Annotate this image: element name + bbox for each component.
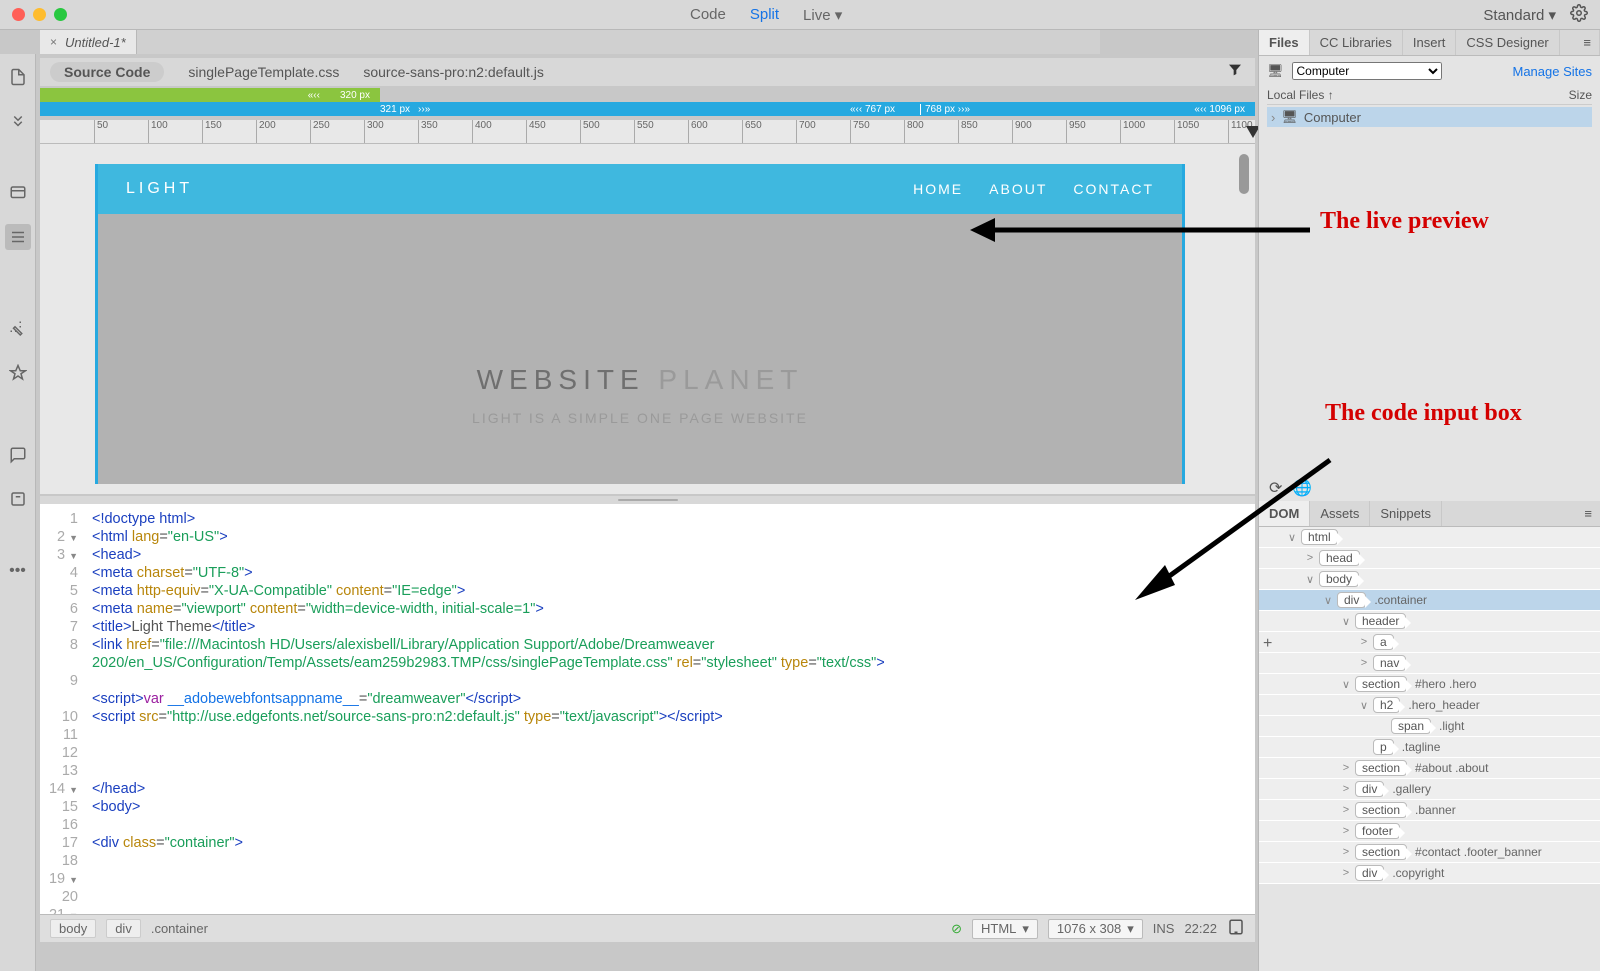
preview-logo[interactable]: LIGHT [126,180,193,198]
preview-nav-home[interactable]: HOME [913,181,963,197]
preview-hero-heading: WEBSITE PLANET [98,364,1182,396]
col-size[interactable]: Size [1569,88,1592,102]
comment-icon[interactable] [5,442,31,468]
dom-node[interactable]: >a [1259,632,1600,653]
dom-node[interactable]: >footer [1259,821,1600,842]
document-tab[interactable]: × Untitled-1* [40,30,137,54]
preview-nav-about[interactable]: ABOUT [989,181,1047,197]
insert-mode[interactable]: INS [1153,921,1175,936]
tag-crumb[interactable]: body [50,919,96,938]
view-mode-switcher: Code Split Live ▾ [690,6,842,24]
panel-menu-icon[interactable]: ≡ [1576,501,1600,526]
files-panel-tabs: Files CC Libraries Insert CSS Designer ≡ [1259,30,1600,56]
drive-icon: 🖥 [1267,63,1284,79]
dom-node[interactable]: >section#contact .footer_banner [1259,842,1600,863]
more-icon[interactable]: ••• [5,558,31,584]
language-select[interactable]: HTML ▾ [972,919,1038,939]
dom-node[interactable]: span.light [1259,716,1600,737]
preview-nav-contact[interactable]: CONTACT [1073,181,1154,197]
manage-sites-link[interactable]: Manage Sites [1513,64,1593,79]
live-preview-pane: LIGHT HOME ABOUT CONTACT WEBSITE PLANET … [40,144,1255,494]
related-files-bar: Source Code singlePageTemplate.css sourc… [40,58,1255,86]
wand-icon[interactable] [5,316,31,342]
preview-tagline: LIGHT IS A SIMPLE ONE PAGE WEBSITE [98,410,1182,426]
tab-files[interactable]: Files [1259,30,1310,55]
dom-node[interactable]: p.tagline [1259,737,1600,758]
view-mode-live[interactable]: Live ▾ [803,6,842,24]
files-panel-body: 🖥 Computer Manage Sites Local Files ↑ Si… [1259,56,1600,133]
annotation-live-preview: The live preview [1320,208,1489,235]
dom-node[interactable]: ∨h2.hero_header [1259,695,1600,716]
status-ok-icon[interactable]: ⊘ [951,921,962,937]
panel-menu-icon[interactable]: ≡ [1575,30,1600,55]
viewport-size-select[interactable]: 1076 x 308 ▾ [1048,919,1143,939]
file-management-icon[interactable] [5,64,31,90]
preview-scrollbar[interactable] [1239,154,1249,194]
tab-insert[interactable]: Insert [1403,30,1457,55]
dom-node[interactable]: ∨section#hero .hero [1259,674,1600,695]
cursor-position: 22:22 [1184,921,1217,936]
arrow-icon [1120,450,1340,610]
preview-header: LIGHT HOME ABOUT CONTACT [98,164,1182,214]
col-local-files[interactable]: Local Files ↑ [1267,88,1569,102]
minimize-window-icon[interactable] [33,8,46,21]
arrow-icon [970,210,1320,250]
add-element-icon[interactable]: + [1263,635,1272,653]
close-tab-icon[interactable]: × [50,35,57,49]
settings-icon[interactable] [1570,4,1588,26]
tag-crumb-class: .container [151,921,208,936]
live-view-options-icon[interactable] [5,180,31,206]
document-tab-label: Untitled-1* [65,35,126,50]
preview-hero: WEBSITE PLANET LIGHT IS A SIMPLE ONE PAG… [98,364,1182,426]
dom-node[interactable]: >section.banner [1259,800,1600,821]
dom-node[interactable]: >section#about .about [1259,758,1600,779]
status-bar: body div .container ⊘ HTML ▾ 1076 x 308 … [40,914,1255,942]
preview-device-icon[interactable] [1227,918,1245,939]
inspect-icon[interactable] [5,224,31,250]
maximize-window-icon[interactable] [54,8,67,21]
format-icon[interactable] [5,360,31,386]
breakpoint-bar-small[interactable]: «‹‹320 px [40,88,380,102]
computer-icon: 🖥 [1281,109,1298,125]
line-gutter: 12345678 9 101112131415161718192021 [40,504,86,914]
dom-node[interactable]: ∨header [1259,611,1600,632]
tab-css-designer[interactable]: CSS Designer [1456,30,1559,55]
related-file[interactable]: source-sans-pro:n2:default.js [363,64,544,80]
file-row[interactable]: › 🖥 Computer [1267,107,1592,127]
view-mode-code[interactable]: Code [690,6,726,24]
tag-crumb[interactable]: div [106,919,141,938]
ruler: 5010015020025030035040045050055060065070… [40,120,1255,144]
window-controls [12,8,67,21]
workspace-switcher[interactable]: Standard ▾ [1483,6,1556,24]
preview-nav: HOME ABOUT CONTACT [913,181,1154,197]
source-code-pill[interactable]: Source Code [50,62,164,82]
pane-resize-handle[interactable] [40,496,1255,504]
dom-node[interactable]: >div.copyright [1259,863,1600,884]
document-tabs: × Untitled-1* [40,30,1100,54]
annotation-code-box: The code input box [1325,400,1565,427]
titlebar: Code Split Live ▾ Standard ▾ [0,0,1600,30]
expand-collapse-icon[interactable] [5,108,31,134]
related-file[interactable]: singlePageTemplate.css [188,64,339,80]
breakpoint-bar-large[interactable]: 321 px››» «‹‹ 767 px 768 px ››» «‹‹ 1096… [40,102,1255,116]
snippets-icon[interactable] [5,486,31,512]
view-mode-split[interactable]: Split [750,6,779,24]
site-select[interactable]: Computer [1292,62,1442,80]
tab-snippets[interactable]: Snippets [1370,501,1442,526]
tab-cc-libraries[interactable]: CC Libraries [1310,30,1403,55]
left-toolbar: ••• [0,54,36,971]
dom-node[interactable]: >nav [1259,653,1600,674]
filter-icon[interactable] [1227,62,1243,81]
close-window-icon[interactable] [12,8,25,21]
dom-node[interactable]: >div.gallery [1259,779,1600,800]
code-editor[interactable]: 12345678 9 101112131415161718192021 <!do… [40,504,1255,914]
code-text[interactable]: <!doctype html> <html lang="en-US"> <hea… [86,504,885,914]
